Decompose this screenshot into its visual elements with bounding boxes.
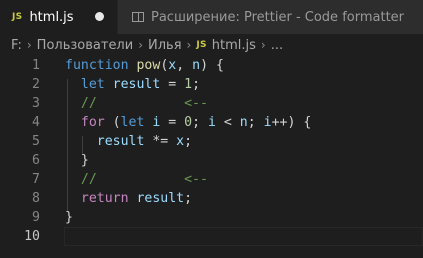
breadcrumb-user-folder[interactable]: Илья [148, 38, 182, 53]
chevron-right-icon: › [26, 38, 32, 52]
code-token: pow [136, 58, 161, 73]
code-line[interactable]: 6 } [0, 151, 423, 170]
line-number: 2 [32, 77, 40, 92]
code-token: ; [184, 134, 193, 149]
code-token: = [160, 77, 185, 92]
code-text: for (let i = 0; i < n; i++) { [65, 113, 311, 132]
code-line[interactable]: 10 [0, 227, 423, 246]
code-line[interactable]: 5 result *= x; [0, 132, 423, 151]
tab-prettier-extension[interactable]: Расширение: Prettier - Code formatter [117, 0, 423, 34]
code-token: result [136, 191, 185, 206]
code-token: } [65, 153, 89, 168]
code-token: < [215, 115, 240, 130]
code-line[interactable]: 1 function pow(x, n) { [0, 56, 423, 75]
code-text: function pow(x, n) { [65, 56, 224, 75]
code-token: for [80, 115, 105, 130]
code-token: } [65, 210, 73, 225]
code-token: ; [192, 115, 209, 130]
code-token: ; [192, 77, 201, 92]
code-line[interactable]: 9} [0, 208, 423, 227]
code-text: return result; [65, 189, 192, 208]
code-line[interactable]: 8 return result; [0, 189, 423, 208]
breadcrumb-users-folder[interactable]: Пользователи [37, 38, 134, 53]
line-number: 3 [32, 96, 40, 111]
code-token: *= [144, 134, 177, 149]
chevron-right-icon: › [186, 38, 192, 52]
line-number: 7 [32, 172, 40, 187]
line-number: 9 [32, 210, 40, 225]
code-token: n [239, 115, 248, 130]
code-line[interactable]: 7 // <-- [0, 170, 423, 189]
tab-bar: JS html.js Расширение: Prettier - Code f… [0, 0, 423, 34]
code-token: , [176, 58, 193, 73]
code-text: let result = 1; [65, 75, 200, 94]
code-token: 1 [184, 77, 193, 92]
code-token: ; [247, 115, 264, 130]
code-text: // <-- [65, 170, 208, 189]
code-token: result [96, 134, 145, 149]
preview-icon [132, 12, 144, 22]
chevron-right-icon: › [138, 38, 144, 52]
code-text: result *= x; [65, 132, 192, 151]
tab-label: html.js [29, 9, 74, 25]
code-token: x [176, 134, 185, 149]
code-token: return [80, 191, 129, 206]
line-number: 4 [32, 115, 40, 130]
line-number: 6 [32, 153, 40, 168]
line-number: 10 [24, 229, 40, 244]
breadcrumb: F: › Пользователи › Илья › JS html.js › … [0, 34, 423, 56]
javascript-file-icon: JS [196, 40, 207, 50]
code-line[interactable]: 4 for (let i = 0; i < n; i++) { [0, 113, 423, 132]
code-token: function [65, 58, 129, 73]
unsaved-changes-dot-icon[interactable] [95, 12, 104, 21]
code-token: let [120, 115, 145, 130]
code-token: result [112, 77, 161, 92]
line-number: 5 [32, 134, 40, 149]
code-token: let [80, 77, 105, 92]
line-number: 1 [32, 58, 40, 73]
code-token: ++) { [271, 115, 312, 130]
tab-label: Расширение: Prettier - Code formatter [151, 9, 405, 25]
code-token: i [208, 115, 216, 130]
code-token: // <-- [80, 96, 208, 111]
breadcrumb-file[interactable]: html.js [212, 38, 256, 53]
code-text: } [65, 151, 89, 170]
chevron-right-icon: › [260, 38, 266, 52]
tab-html-js[interactable]: JS html.js [0, 0, 117, 34]
breadcrumb-drive[interactable]: F: [11, 38, 22, 53]
code-line[interactable]: 3 // <-- [0, 94, 423, 113]
code-token: ) { [200, 58, 224, 73]
code-token: = [160, 115, 185, 130]
code-line[interactable]: 2 let result = 1; [0, 75, 423, 94]
code-text: // <-- [65, 94, 208, 113]
breadcrumb-symbols[interactable]: ... [271, 38, 283, 53]
code-editor[interactable]: 1 function pow(x, n) {2 let result = 1; 3 … [0, 56, 423, 258]
code-token: n [192, 58, 201, 73]
line-number: 8 [32, 191, 40, 206]
code-token: i [263, 115, 272, 130]
current-line-highlight [64, 227, 423, 246]
code-token: ; [184, 191, 193, 206]
code-token: // <-- [80, 172, 208, 187]
javascript-file-icon: JS [12, 12, 23, 22]
code-token: 0 [184, 115, 193, 130]
code-token: ( [104, 115, 121, 130]
code-text: } [65, 208, 73, 227]
